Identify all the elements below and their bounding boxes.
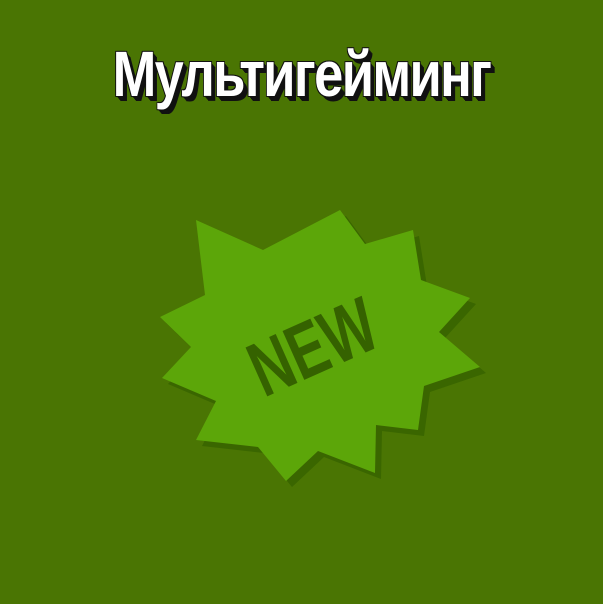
new-badge: NEW: [160, 210, 486, 487]
